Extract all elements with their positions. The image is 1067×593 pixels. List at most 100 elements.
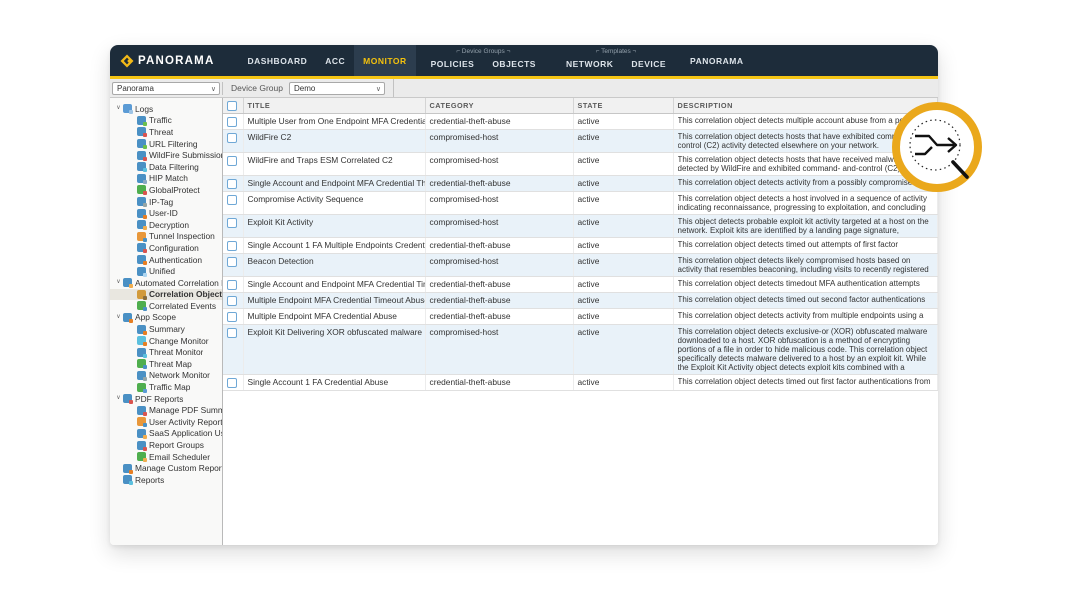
sidebar-item-threat-monitor[interactable]: Threat Monitor [110, 346, 222, 358]
table-row[interactable]: Single Account 1 FA Credential Abusecred… [223, 375, 938, 391]
cell-title[interactable]: WildFire and Traps ESM Correlated C2 [243, 153, 425, 176]
row-checkbox[interactable] [227, 378, 237, 388]
table-row[interactable]: Exploit Kit Delivering XOR obfuscated ma… [223, 325, 938, 375]
row-checkbox[interactable] [227, 296, 237, 306]
sidebar-item-saas-application-usage[interactable]: SaaS Application Usage [110, 428, 222, 440]
cell-category: credential-theft-abuse [425, 176, 573, 192]
tab-group-device-groups: Device GroupsPOLICIESOBJECTS [418, 45, 549, 76]
chevron-down-icon[interactable] [114, 103, 123, 114]
sidebar-item-ip-tag[interactable]: IP-Tag [110, 196, 222, 208]
sidebar-item-manage-pdf-summary[interactable]: Manage PDF Summary [110, 404, 222, 416]
sidebar-item-user-id[interactable]: User-ID [110, 207, 222, 219]
tab-acc[interactable]: ACC [316, 45, 354, 76]
row-checkbox[interactable] [227, 195, 237, 205]
panorama-logo: PANORAMA [120, 45, 214, 76]
column-header-description[interactable]: DESCRIPTION [673, 98, 938, 114]
row-checkbox[interactable] [227, 179, 237, 189]
column-header-category[interactable]: CATEGORY [425, 98, 573, 114]
select-all-checkbox[interactable] [227, 101, 237, 111]
cell-state: active [573, 309, 673, 325]
row-checkbox[interactable] [227, 328, 237, 338]
table-row[interactable]: WildFire C2compromised-hostactiveThis co… [223, 130, 938, 153]
sidebar-item-url-filtering[interactable]: URL Filtering [110, 138, 222, 150]
sidebar-item-traffic-map[interactable]: Traffic Map [110, 381, 222, 393]
column-header-title[interactable]: TITLE [243, 98, 425, 114]
sidebar-item-traffic[interactable]: Traffic [110, 115, 222, 127]
table-row[interactable]: WildFire and Traps ESM Correlated C2comp… [223, 153, 938, 176]
sidebar-item-network-monitor[interactable]: Network Monitor [110, 370, 222, 382]
sidebar-item-correlation-objects[interactable]: Correlation Objects [110, 289, 222, 301]
cell-title[interactable]: Multiple Endpoint MFA Credential Abuse [243, 309, 425, 325]
tab-dashboard[interactable]: DASHBOARD [238, 45, 316, 76]
sidebar-item-threat[interactable]: Threat [110, 126, 222, 138]
chevron-down-icon[interactable] [114, 277, 123, 288]
table-row[interactable]: Single Account 1 FA Multiple Endpoints C… [223, 238, 938, 254]
tab-panorama[interactable]: PANORAMA [681, 45, 752, 76]
sidebar-item-unified[interactable]: Unified [110, 265, 222, 277]
sidebar-item-summary[interactable]: Summary [110, 323, 222, 335]
sidebar-item-label: Decryption [149, 220, 189, 230]
table-row[interactable]: Single Account and Endpoint MFA Credenti… [223, 176, 938, 192]
cell-category: compromised-host [425, 254, 573, 277]
cell-title[interactable]: Exploit Kit Activity [243, 215, 425, 238]
cell-title[interactable]: Single Account and Endpoint MFA Credenti… [243, 176, 425, 192]
sidebar-item-wildfire-submissions[interactable]: WildFire Submissions [110, 149, 222, 161]
table-row[interactable]: Multiple Endpoint MFA Credential Abusecr… [223, 309, 938, 325]
table-row[interactable]: Single Account and Endpoint MFA Credenti… [223, 277, 938, 293]
sidebar-item-report-groups[interactable]: Report Groups [110, 439, 222, 451]
sidebar-item-change-monitor[interactable]: Change Monitor [110, 335, 222, 347]
cell-title[interactable]: Single Account 1 FA Credential Abuse [243, 375, 425, 391]
row-checkbox[interactable] [227, 312, 237, 322]
sidebar-item-automated-correlation-engine[interactable]: Automated Correlation Engine [110, 277, 222, 289]
sidebar-item-threat-map[interactable]: Threat Map [110, 358, 222, 370]
tab-monitor[interactable]: MONITOR [354, 45, 415, 76]
cell-title[interactable]: Single Account 1 FA Multiple Endpoints C… [243, 238, 425, 254]
row-checkbox[interactable] [227, 117, 237, 127]
row-checkbox[interactable] [227, 156, 237, 166]
row-checkbox[interactable] [227, 280, 237, 290]
row-checkbox[interactable] [227, 241, 237, 251]
sidebar-item-data-filtering[interactable]: Data Filtering [110, 161, 222, 173]
sidebar-item-email-scheduler[interactable]: Email Scheduler [110, 451, 222, 463]
sidebar-item-decryption[interactable]: Decryption [110, 219, 222, 231]
sidebar-item-authentication[interactable]: Authentication [110, 254, 222, 266]
sidebar-item-app-scope[interactable]: App Scope [110, 312, 222, 324]
sidebar-item-logs[interactable]: Logs [110, 103, 222, 115]
context-select[interactable]: Panorama [112, 82, 220, 95]
table-row[interactable]: Compromise Activity Sequencecompromised-… [223, 192, 938, 215]
table-row[interactable]: Multiple Endpoint MFA Credential Timeout… [223, 293, 938, 309]
sidebar-item-pdf-reports[interactable]: PDF Reports [110, 393, 222, 405]
cell-title[interactable]: WildFire C2 [243, 130, 425, 153]
correlated-events-icon [137, 301, 146, 310]
table-row[interactable]: Multiple User from One Endpoint MFA Cred… [223, 114, 938, 130]
cell-title[interactable]: Single Account and Endpoint MFA Credenti… [243, 277, 425, 293]
cell-title[interactable]: Multiple Endpoint MFA Credential Timeout… [243, 293, 425, 309]
sidebar-item-correlated-events[interactable]: Correlated Events [110, 300, 222, 312]
authentication-icon [137, 255, 146, 264]
row-checkbox[interactable] [227, 257, 237, 267]
table-row[interactable]: Beacon Detectioncompromised-hostactiveTh… [223, 254, 938, 277]
table-row[interactable]: Exploit Kit Activitycompromised-hostacti… [223, 215, 938, 238]
sidebar-item-label: Unified [149, 266, 175, 276]
sidebar-item-tunnel-inspection[interactable]: Tunnel Inspection [110, 231, 222, 243]
table-body: Multiple User from One Endpoint MFA Cred… [223, 114, 938, 391]
sidebar-item-globalprotect[interactable]: GlobalProtect [110, 184, 222, 196]
sidebar-item-manage-custom-reports[interactable]: Manage Custom Reports [110, 462, 222, 474]
device-group-select[interactable]: Demo [289, 82, 385, 95]
sidebar-item-configuration[interactable]: Configuration [110, 242, 222, 254]
sidebar-item-reports[interactable]: Reports [110, 474, 222, 486]
chevron-down-icon[interactable] [114, 393, 123, 404]
chevron-down-icon[interactable] [114, 312, 123, 323]
column-header-state[interactable]: STATE [573, 98, 673, 114]
row-checkbox-cell [223, 293, 243, 309]
correlation-objects-table: TITLECATEGORYSTATEDESCRIPTION Multiple U… [223, 98, 938, 391]
cell-title[interactable]: Exploit Kit Delivering XOR obfuscated ma… [243, 325, 425, 375]
cell-title[interactable]: Multiple User from One Endpoint MFA Cred… [243, 114, 425, 130]
cell-title[interactable]: Beacon Detection [243, 254, 425, 277]
row-checkbox[interactable] [227, 133, 237, 143]
sidebar-item-user-activity-report[interactable]: User Activity Report [110, 416, 222, 428]
sidebar-item-hip-match[interactable]: HIP Match [110, 173, 222, 185]
row-checkbox[interactable] [227, 218, 237, 228]
cell-title[interactable]: Compromise Activity Sequence [243, 192, 425, 215]
traffic-map-icon [137, 383, 146, 392]
